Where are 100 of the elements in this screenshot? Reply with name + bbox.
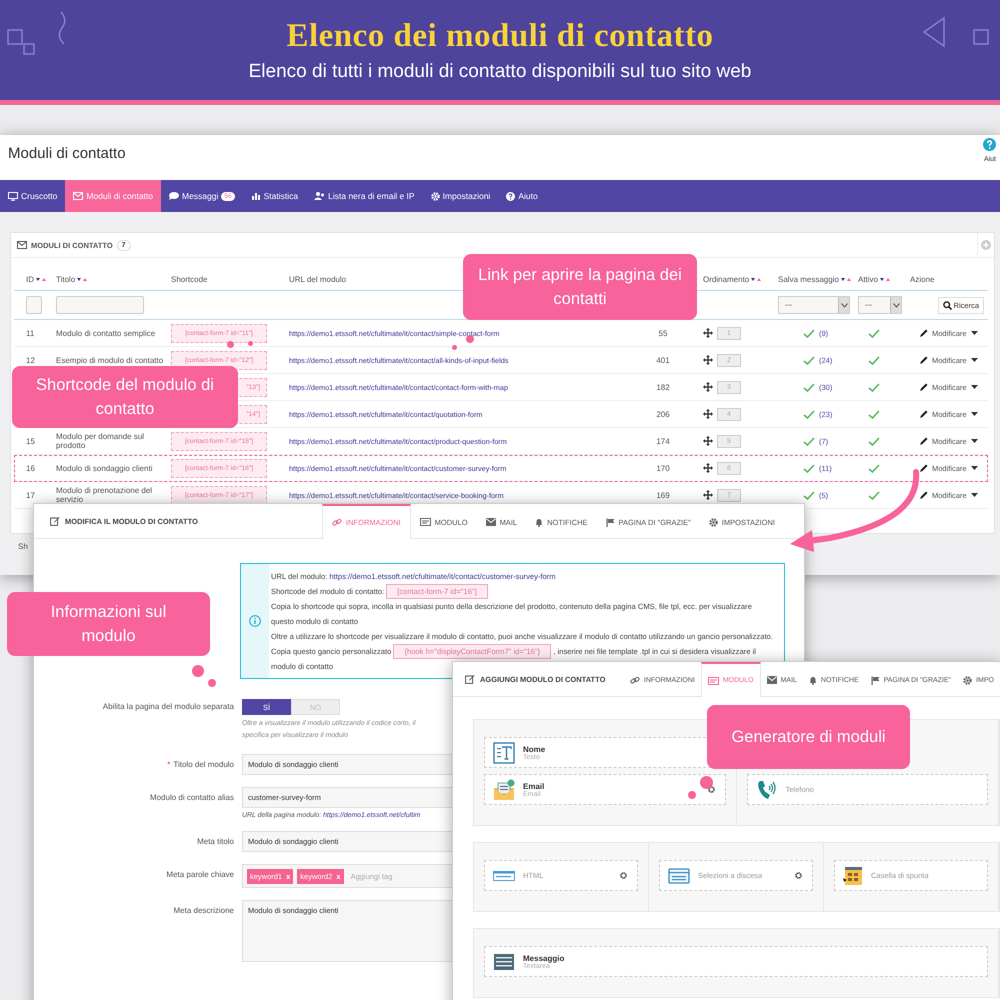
table-cell: Modulo per domande sul prodotto <box>56 432 144 450</box>
move-icon <box>703 436 713 446</box>
callout-tooltip: Link per aprire la pagina dei contatti <box>463 254 697 320</box>
filter-field[interactable] <box>26 296 42 314</box>
nav-tab[interactable]: Statistica <box>242 180 306 212</box>
bell-icon <box>808 676 817 684</box>
banner-title: Elenco dei moduli di contatto <box>286 18 714 54</box>
form-icon <box>708 676 719 684</box>
move-icon <box>703 463 713 473</box>
field-name: Messaggio <box>523 954 564 962</box>
table-cell: 170 <box>656 464 670 472</box>
pencil-icon <box>920 410 928 418</box>
envelope-icon <box>73 192 84 200</box>
caret-icon <box>970 358 978 362</box>
footer-text: Sh <box>18 542 28 551</box>
settings-icon <box>795 872 802 879</box>
html-icon <box>493 870 515 880</box>
help-icon[interactable] <box>983 138 996 151</box>
column-header: URL del modulo <box>289 274 346 284</box>
table-cell: Modulo di sondaggio clienti <box>56 464 153 472</box>
table-cell: 15 <box>26 436 35 446</box>
move-icon <box>703 490 713 500</box>
move-icon <box>703 355 713 365</box>
pencil-icon <box>920 464 928 472</box>
bubble-dot <box>248 340 252 346</box>
move-icon <box>703 382 713 392</box>
caret-icon <box>970 466 978 470</box>
sort-icon <box>840 276 851 282</box>
bell-icon <box>535 518 544 526</box>
edit-icon <box>50 516 60 526</box>
flag-icon <box>606 518 614 526</box>
settings-icon <box>620 872 627 879</box>
table-cell: 11 <box>26 328 34 338</box>
dropdown-icon <box>668 868 690 884</box>
table-cell: 401 <box>656 356 670 364</box>
sort-icon <box>36 276 46 282</box>
move-icon <box>703 328 713 338</box>
field-name: Nome <box>523 744 546 754</box>
gear-icon <box>708 518 718 526</box>
pencil-icon <box>920 383 928 391</box>
table-cell: 16 <box>26 464 35 472</box>
sort-icon <box>77 276 88 282</box>
nav-tab[interactable]: Cruscotto <box>0 180 66 212</box>
email-icon <box>493 778 515 800</box>
help-icon <box>506 192 516 200</box>
table-cell: Esempio di modulo di contatto <box>56 356 164 364</box>
column-header: Ordinamento <box>703 274 750 284</box>
pencil-icon <box>920 491 928 499</box>
sort-icon <box>880 276 890 282</box>
edit-icon <box>465 674 475 684</box>
table-cell: 174 <box>656 436 670 446</box>
field-label: Meta descrizione <box>172 905 234 917</box>
field-label: * Titolo del modulo <box>166 759 234 771</box>
table-cell: 169 <box>656 490 670 500</box>
column-header: ID <box>26 274 34 284</box>
users-icon <box>314 192 326 200</box>
caret-icon <box>970 385 978 389</box>
caret-icon <box>970 331 978 335</box>
search-icon <box>942 300 952 310</box>
text-field-icon <box>493 742 515 764</box>
column-header: Attivo <box>858 274 878 284</box>
chart-icon <box>250 192 261 200</box>
link-icon <box>332 518 342 527</box>
phone-icon <box>756 778 778 800</box>
chevron-icon <box>892 302 900 308</box>
caret-icon <box>970 412 978 416</box>
table-cell: 182 <box>656 382 670 392</box>
info-icon <box>249 615 261 627</box>
field-label: Abilita la pagina del modulo separata <box>102 701 234 713</box>
field-label: Meta titolo <box>196 836 234 848</box>
settings-icon <box>708 786 714 793</box>
column-header: Azione <box>910 274 934 284</box>
field-label: Meta parole chiave <box>165 869 234 881</box>
banner-subtitle: Elenco di tutti i moduli di contatto disponibili sul tuo sito web <box>248 60 752 82</box>
nav-tab[interactable]: Lista nera di email e IP <box>306 180 423 212</box>
table-cell: 206 <box>656 410 670 418</box>
callout-tooltip: Shortcode del modulo di contatto <box>12 366 238 428</box>
link-icon <box>630 676 640 684</box>
filter-field[interactable] <box>56 296 144 314</box>
envelope-icon <box>486 518 496 526</box>
caret-icon <box>970 493 978 497</box>
gear-icon <box>430 192 440 200</box>
callout-tooltip: Informazioni sul modulo <box>7 592 210 656</box>
column-header: Shortcode <box>171 274 208 284</box>
column-header: Titolo <box>56 274 76 284</box>
envelope-icon <box>766 676 777 684</box>
chevron-icon <box>840 302 848 308</box>
column-header: Salva messaggio <box>778 274 839 284</box>
monitor-icon <box>8 192 18 200</box>
textarea-icon <box>493 952 515 970</box>
nav-tab[interactable]: Aiuto <box>498 180 546 212</box>
caret-icon <box>970 439 978 443</box>
nav-tab[interactable]: Impostazioni <box>422 180 498 212</box>
table-cell: 17 <box>26 490 35 500</box>
gear-icon <box>963 676 972 684</box>
bubble-dot <box>452 344 456 350</box>
field-label: Modulo di contatto alias <box>148 792 234 804</box>
sort-icon <box>751 276 762 282</box>
checklist-icon <box>843 866 863 886</box>
add-icon[interactable] <box>981 240 991 250</box>
